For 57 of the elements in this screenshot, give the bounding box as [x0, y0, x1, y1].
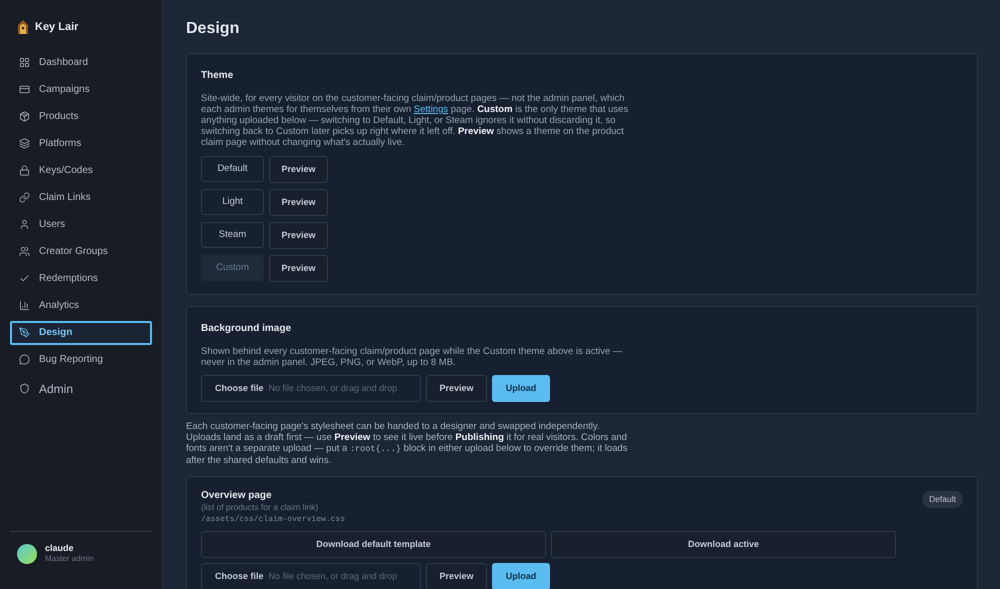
preview-button[interactable]: Preview: [426, 375, 487, 402]
preview-button[interactable]: Preview: [269, 255, 328, 282]
stylesheet-note: Each customer-facing page's stylesheet can be handed to a designer and swapped independently. Uploads land as a draft first — use Preview to see it live before Publishing it for real visitors. Colors and fonts aren't a separate upload — put a :root{...} block in either upload below to override them; it loads after the shared defaults and wins.: [186, 421, 629, 466]
box-icon: [19, 111, 30, 122]
grid-icon: [19, 57, 30, 68]
download-template-button[interactable]: Download default template: [201, 531, 546, 558]
nav-item[interactable]: Bug Reporting: [10, 348, 152, 372]
card-icon: [19, 84, 30, 95]
nav-item[interactable]: Redemptions: [10, 266, 152, 290]
card-title: Theme: [201, 69, 234, 83]
theme-option[interactable]: Light: [201, 189, 264, 215]
nav-item[interactable]: Admin: [10, 376, 152, 400]
card-title: Background image: [201, 322, 292, 336]
card-title: Overview page: [201, 489, 273, 502]
upload-button[interactable]: Upload: [492, 375, 550, 402]
nav-item[interactable]: Claim Links: [10, 186, 152, 210]
pen-icon: [19, 327, 30, 338]
nav-item[interactable]: Creator Groups: [10, 240, 152, 264]
link-icon: [19, 192, 30, 203]
nav-item[interactable]: Campaigns: [10, 78, 152, 102]
check-icon: [19, 273, 30, 284]
layers-icon: [19, 138, 30, 149]
logo-icon: [17, 20, 29, 34]
shield-icon: [19, 383, 30, 394]
nav-item[interactable]: Platforms: [10, 132, 152, 156]
page-title: Design: [186, 19, 240, 39]
file-path: /assets/css/claim-overview.css: [201, 514, 346, 526]
brand-name: Key Lair: [35, 20, 78, 35]
users-icon: [19, 246, 30, 257]
download-active-button[interactable]: Download active: [551, 531, 896, 558]
preview-button[interactable]: Preview: [269, 156, 328, 183]
status-badge: Default: [922, 491, 963, 508]
user-icon: [19, 219, 30, 230]
nav-item[interactable]: Products: [10, 104, 152, 128]
nav-item[interactable]: Keys/Codes: [10, 158, 152, 182]
nav-item[interactable]: Analytics: [10, 294, 152, 318]
background-description: Shown behind every customer-facing claim/product page while the Custom theme above is active — never in the admin panel. JPEG, PNG, or WebP, up to 8 MB.: [201, 346, 624, 368]
user-name: claude: [45, 543, 75, 554]
card-subtitle: (list of products for a claim link): [201, 502, 320, 513]
theme-option[interactable]: Steam: [201, 222, 264, 248]
preview-button[interactable]: Preview: [269, 222, 328, 249]
preview-button[interactable]: Preview: [269, 189, 328, 216]
avatar: [17, 544, 37, 564]
bar-chart-icon: [19, 300, 30, 311]
nav-item[interactable]: Dashboard: [10, 50, 152, 74]
theme-option[interactable]: Default: [201, 156, 264, 182]
lock-icon: [19, 165, 30, 176]
nav-item[interactable]: Users: [10, 212, 152, 236]
nav-item[interactable]: Design: [10, 320, 152, 344]
file-input-field[interactable]: Choose file No file chosen, or drag and drop: [201, 375, 421, 402]
theme-description: Site-wide, for every visitor on the customer-facing claim/product pages — not the admin panel, which each admin themes for themselves from their own Settings page. Custom is the only theme that uses anything uploaded below — switching to Default, Light, or Steam ignores it without discarding it, so switching back to Custom later picks up right where it left off. Preview shows a theme on the product claim page without changing what's actually live.: [201, 93, 630, 148]
preview-button[interactable]: Preview: [426, 563, 487, 589]
user-role: Master admin: [45, 554, 94, 564]
upload-button[interactable]: Upload: [492, 563, 550, 589]
settings-link[interactable]: Settings: [414, 104, 448, 115]
speech-bubble-icon: [19, 354, 30, 365]
file-input-field[interactable]: Choose file No file chosen, or drag and drop: [201, 563, 421, 589]
